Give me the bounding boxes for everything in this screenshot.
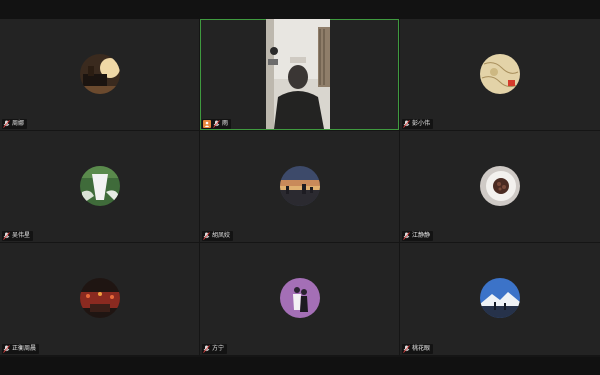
participant-name: 吴伟星 xyxy=(12,232,31,239)
participant-nameplate: 胡凤姣 xyxy=(202,231,234,241)
muted-mic-icon xyxy=(3,232,10,240)
participant-nameplate: 吴伟星 xyxy=(2,231,34,241)
participant-nameplate: 彭小伟 xyxy=(402,119,434,129)
participant-nameplate: 周娜 xyxy=(2,119,28,129)
participant-tile[interactable]: 正衡周晨 xyxy=(0,243,199,355)
piano-room-photo-icon xyxy=(79,53,120,94)
participant-nameplate: 雨 xyxy=(202,119,232,129)
participant-avatar xyxy=(279,165,320,206)
chocolate-plate-photo-icon xyxy=(480,165,520,206)
muted-mic-icon xyxy=(203,232,210,240)
snow-mountain-photo-icon xyxy=(480,278,520,318)
waterfall-photo-icon xyxy=(79,165,120,206)
muted-mic-icon xyxy=(203,345,210,353)
participant-name: 周娜 xyxy=(12,120,25,127)
participant-name: 方宁 xyxy=(212,345,225,352)
participant-tile[interactable]: 彭小伟 xyxy=(400,19,600,130)
couple-purple-photo-icon xyxy=(279,278,320,318)
participant-grid: 周娜 雨 彭小伟 吴伟星 胡凤姣 江静静 正衡周晨 方宁 桃花眼 xyxy=(0,19,600,357)
muted-mic-icon xyxy=(403,232,410,240)
participant-name: 雨 xyxy=(222,120,229,127)
city-sunset-photo-icon xyxy=(279,165,320,206)
map-photo-icon xyxy=(480,53,520,94)
participant-tile-active-speaker[interactable]: 雨 xyxy=(200,19,399,130)
participant-avatar xyxy=(79,165,120,206)
participant-name: 桃花眼 xyxy=(412,345,431,352)
participant-tile[interactable]: 周娜 xyxy=(0,19,199,130)
participant-avatar xyxy=(480,278,520,318)
participant-avatar xyxy=(79,53,120,94)
participant-name: 彭小伟 xyxy=(412,120,431,127)
participant-tile[interactable]: 吴伟星 xyxy=(0,131,199,242)
participant-avatar xyxy=(480,53,520,94)
muted-mic-icon xyxy=(403,345,410,353)
participant-tile[interactable]: 方宁 xyxy=(200,243,399,355)
participant-name: 江静静 xyxy=(412,232,431,239)
host-badge xyxy=(203,120,211,128)
muted-mic-icon xyxy=(3,345,10,353)
participant-tile[interactable]: 胡凤姣 xyxy=(200,131,399,242)
muted-mic-icon xyxy=(213,120,220,128)
participant-tile[interactable]: 江静静 xyxy=(400,131,600,242)
participant-nameplate: 桃花眼 xyxy=(402,344,434,354)
participant-nameplate: 江静静 xyxy=(402,231,434,241)
muted-mic-icon xyxy=(403,120,410,128)
participant-nameplate: 方宁 xyxy=(202,344,228,354)
muted-mic-icon xyxy=(3,120,10,128)
participant-name: 胡凤姣 xyxy=(212,232,231,239)
participant-name: 正衡周晨 xyxy=(12,345,37,352)
participant-nameplate: 正衡周晨 xyxy=(2,344,40,354)
red-lights-photo-icon xyxy=(79,278,120,318)
participant-avatar xyxy=(480,165,520,206)
video-feed-icon xyxy=(266,19,330,129)
top-bar xyxy=(0,0,600,19)
participant-avatar xyxy=(279,278,320,318)
bottom-bar xyxy=(0,357,600,375)
participant-video xyxy=(266,19,330,129)
participant-avatar xyxy=(79,278,120,318)
host-icon xyxy=(204,121,210,127)
participant-tile[interactable]: 桃花眼 xyxy=(400,243,600,355)
